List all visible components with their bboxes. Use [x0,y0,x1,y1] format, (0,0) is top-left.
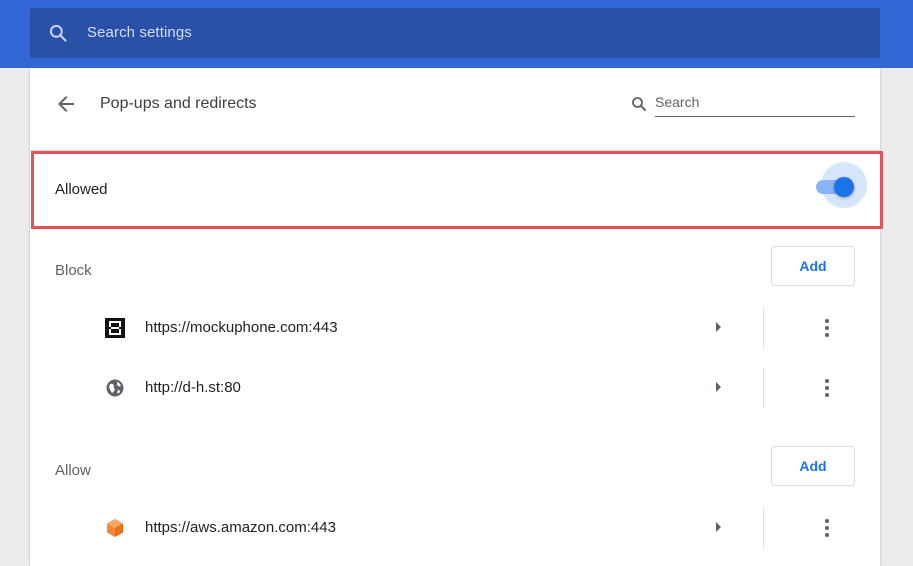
back-arrow-icon[interactable] [54,92,78,116]
expand-arrow-icon[interactable] [716,382,721,392]
site-search[interactable]: Search [630,92,855,118]
block-add-button[interactable]: Add [771,246,855,286]
more-options-icon[interactable] [817,517,837,539]
row-divider [763,308,764,348]
expand-arrow-icon[interactable] [716,322,721,332]
more-options-icon[interactable] [817,377,837,399]
allow-section-label: Allow [55,462,91,479]
site-search-placeholder: Search [655,94,700,110]
settings-search-box[interactable]: Search settings [30,8,880,58]
site-url[interactable]: http://d-h.st:80 [145,379,241,396]
block-section-label: Block [55,262,92,279]
highlight-box [31,151,883,229]
row-divider [763,508,764,548]
page-title: Pop-ups and redirects [100,95,257,112]
search-icon [632,97,646,111]
site-url[interactable]: https://mockuphone.com:443 [145,319,338,336]
expand-arrow-icon[interactable] [716,522,721,532]
globe-icon [106,379,124,397]
mockuphone-favicon [105,318,125,338]
page-header: Pop-ups and redirects Search [30,68,880,142]
settings-card: Pop-ups and redirects Search Allowed Blo… [30,68,883,566]
top-bar: Search settings [0,0,913,68]
aws-favicon [107,519,123,537]
allow-site-row[interactable]: https://aws.amazon.com:443 [30,500,880,556]
row-divider [763,368,764,408]
allow-add-button[interactable]: Add [771,446,855,486]
block-site-row[interactable]: https://mockuphone.com:443 [30,300,880,356]
site-search-input[interactable]: Search [655,92,855,117]
more-options-icon[interactable] [817,317,837,339]
site-url[interactable]: https://aws.amazon.com:443 [145,519,336,536]
settings-search-placeholder: Search settings [87,24,192,41]
block-site-row[interactable]: http://d-h.st:80 [30,360,880,416]
search-icon [49,24,67,42]
